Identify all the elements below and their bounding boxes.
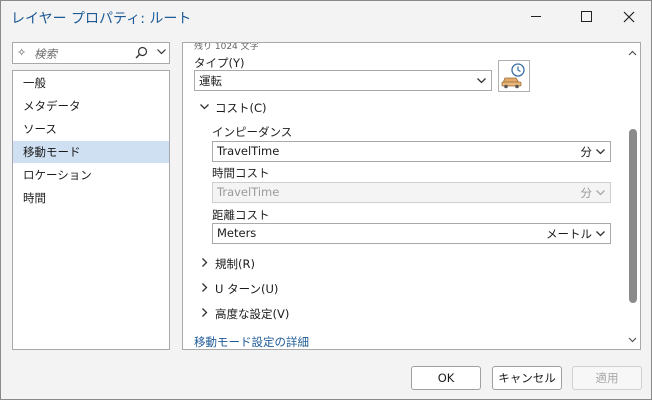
travel-mode-details-link[interactable]: 移動モード設定の詳細	[194, 334, 309, 349]
scrollbar-thumb[interactable]	[629, 129, 637, 303]
settings-panel: 残り 1024 文字 タイプ(Y) 運転 コスト(C) インピーダンス Trav…	[182, 42, 641, 350]
impedance-select[interactable]: TravelTime 分	[212, 141, 611, 162]
time-cost-select: TravelTime 分	[212, 182, 611, 203]
close-icon	[623, 11, 635, 22]
time-cost-label: 時間コスト	[212, 166, 270, 180]
chevron-right-icon	[199, 307, 210, 321]
nav-item-general[interactable]: 一般	[13, 72, 169, 94]
window-title: レイヤー プロパティ: ルート	[11, 11, 192, 27]
dialog-window: レイヤー プロパティ: ルート ✧ 検索 一般 メタデータ ソース 移動モード …	[0, 0, 652, 400]
impedance-unit: 分	[580, 145, 593, 159]
type-value: 運転	[199, 74, 222, 88]
chevron-right-icon	[199, 257, 210, 271]
restrictions-section-label: 規制(R)	[215, 257, 255, 271]
remaining-chars-text: 残り 1024 文字	[194, 42, 259, 52]
advanced-section-label: 高度な設定(V)	[215, 307, 290, 321]
uturn-section-label: U ターン(U)	[215, 282, 279, 296]
distance-cost-label: 距離コスト	[212, 208, 270, 222]
nav-item-source[interactable]: ソース	[13, 118, 169, 140]
nav-item-location[interactable]: ロケーション	[13, 164, 169, 186]
close-button[interactable]	[607, 3, 651, 31]
maximize-icon	[580, 11, 592, 22]
chevron-down-icon[interactable]	[156, 46, 167, 60]
travel-mode-icon-button[interactable]	[498, 60, 530, 92]
type-select[interactable]: 運転	[194, 70, 492, 91]
cost-section-label: コスト(C)	[215, 101, 267, 115]
chevron-down-icon	[595, 146, 606, 160]
scroll-up-icon[interactable]	[628, 47, 637, 61]
vertical-scrollbar[interactable]	[624, 43, 640, 349]
category-list: 一般 メタデータ ソース 移動モード ロケーション 時間	[12, 70, 170, 350]
time-cost-unit: 分	[580, 186, 593, 200]
distance-cost-unit: メートル	[546, 227, 592, 241]
chevron-down-icon	[199, 101, 210, 115]
search-placeholder: 検索	[34, 47, 57, 61]
apply-button: 適用	[572, 366, 642, 390]
scroll-down-icon[interactable]	[628, 333, 637, 347]
impedance-value: TravelTime	[217, 144, 280, 158]
nav-item-metadata[interactable]: メタデータ	[13, 95, 169, 117]
minimize-icon	[531, 16, 541, 17]
chevron-right-icon	[199, 282, 210, 296]
time-cost-value: TravelTime	[217, 185, 280, 199]
maximize-button[interactable]	[564, 3, 608, 31]
chevron-down-icon	[595, 187, 606, 201]
type-label: タイプ(Y)	[194, 56, 245, 70]
impedance-label: インピーダンス	[212, 125, 293, 139]
search-icon[interactable]	[135, 46, 148, 62]
nav-item-travel-mode[interactable]: 移動モード	[13, 141, 169, 163]
minimize-button[interactable]	[514, 3, 558, 31]
distance-cost-select[interactable]: Meters メートル	[212, 223, 611, 244]
sparkle-icon: ✧	[17, 46, 27, 59]
title-bar: レイヤー プロパティ: ルート	[1, 1, 651, 33]
search-input[interactable]: ✧ 検索	[12, 42, 170, 64]
ok-button[interactable]: OK	[411, 366, 481, 390]
nav-item-time[interactable]: 時間	[13, 187, 169, 209]
cancel-button[interactable]: キャンセル	[492, 366, 562, 390]
distance-cost-value: Meters	[217, 226, 257, 240]
chevron-down-icon	[595, 228, 606, 242]
car-clock-icon	[501, 63, 525, 89]
chevron-down-icon	[476, 75, 487, 89]
